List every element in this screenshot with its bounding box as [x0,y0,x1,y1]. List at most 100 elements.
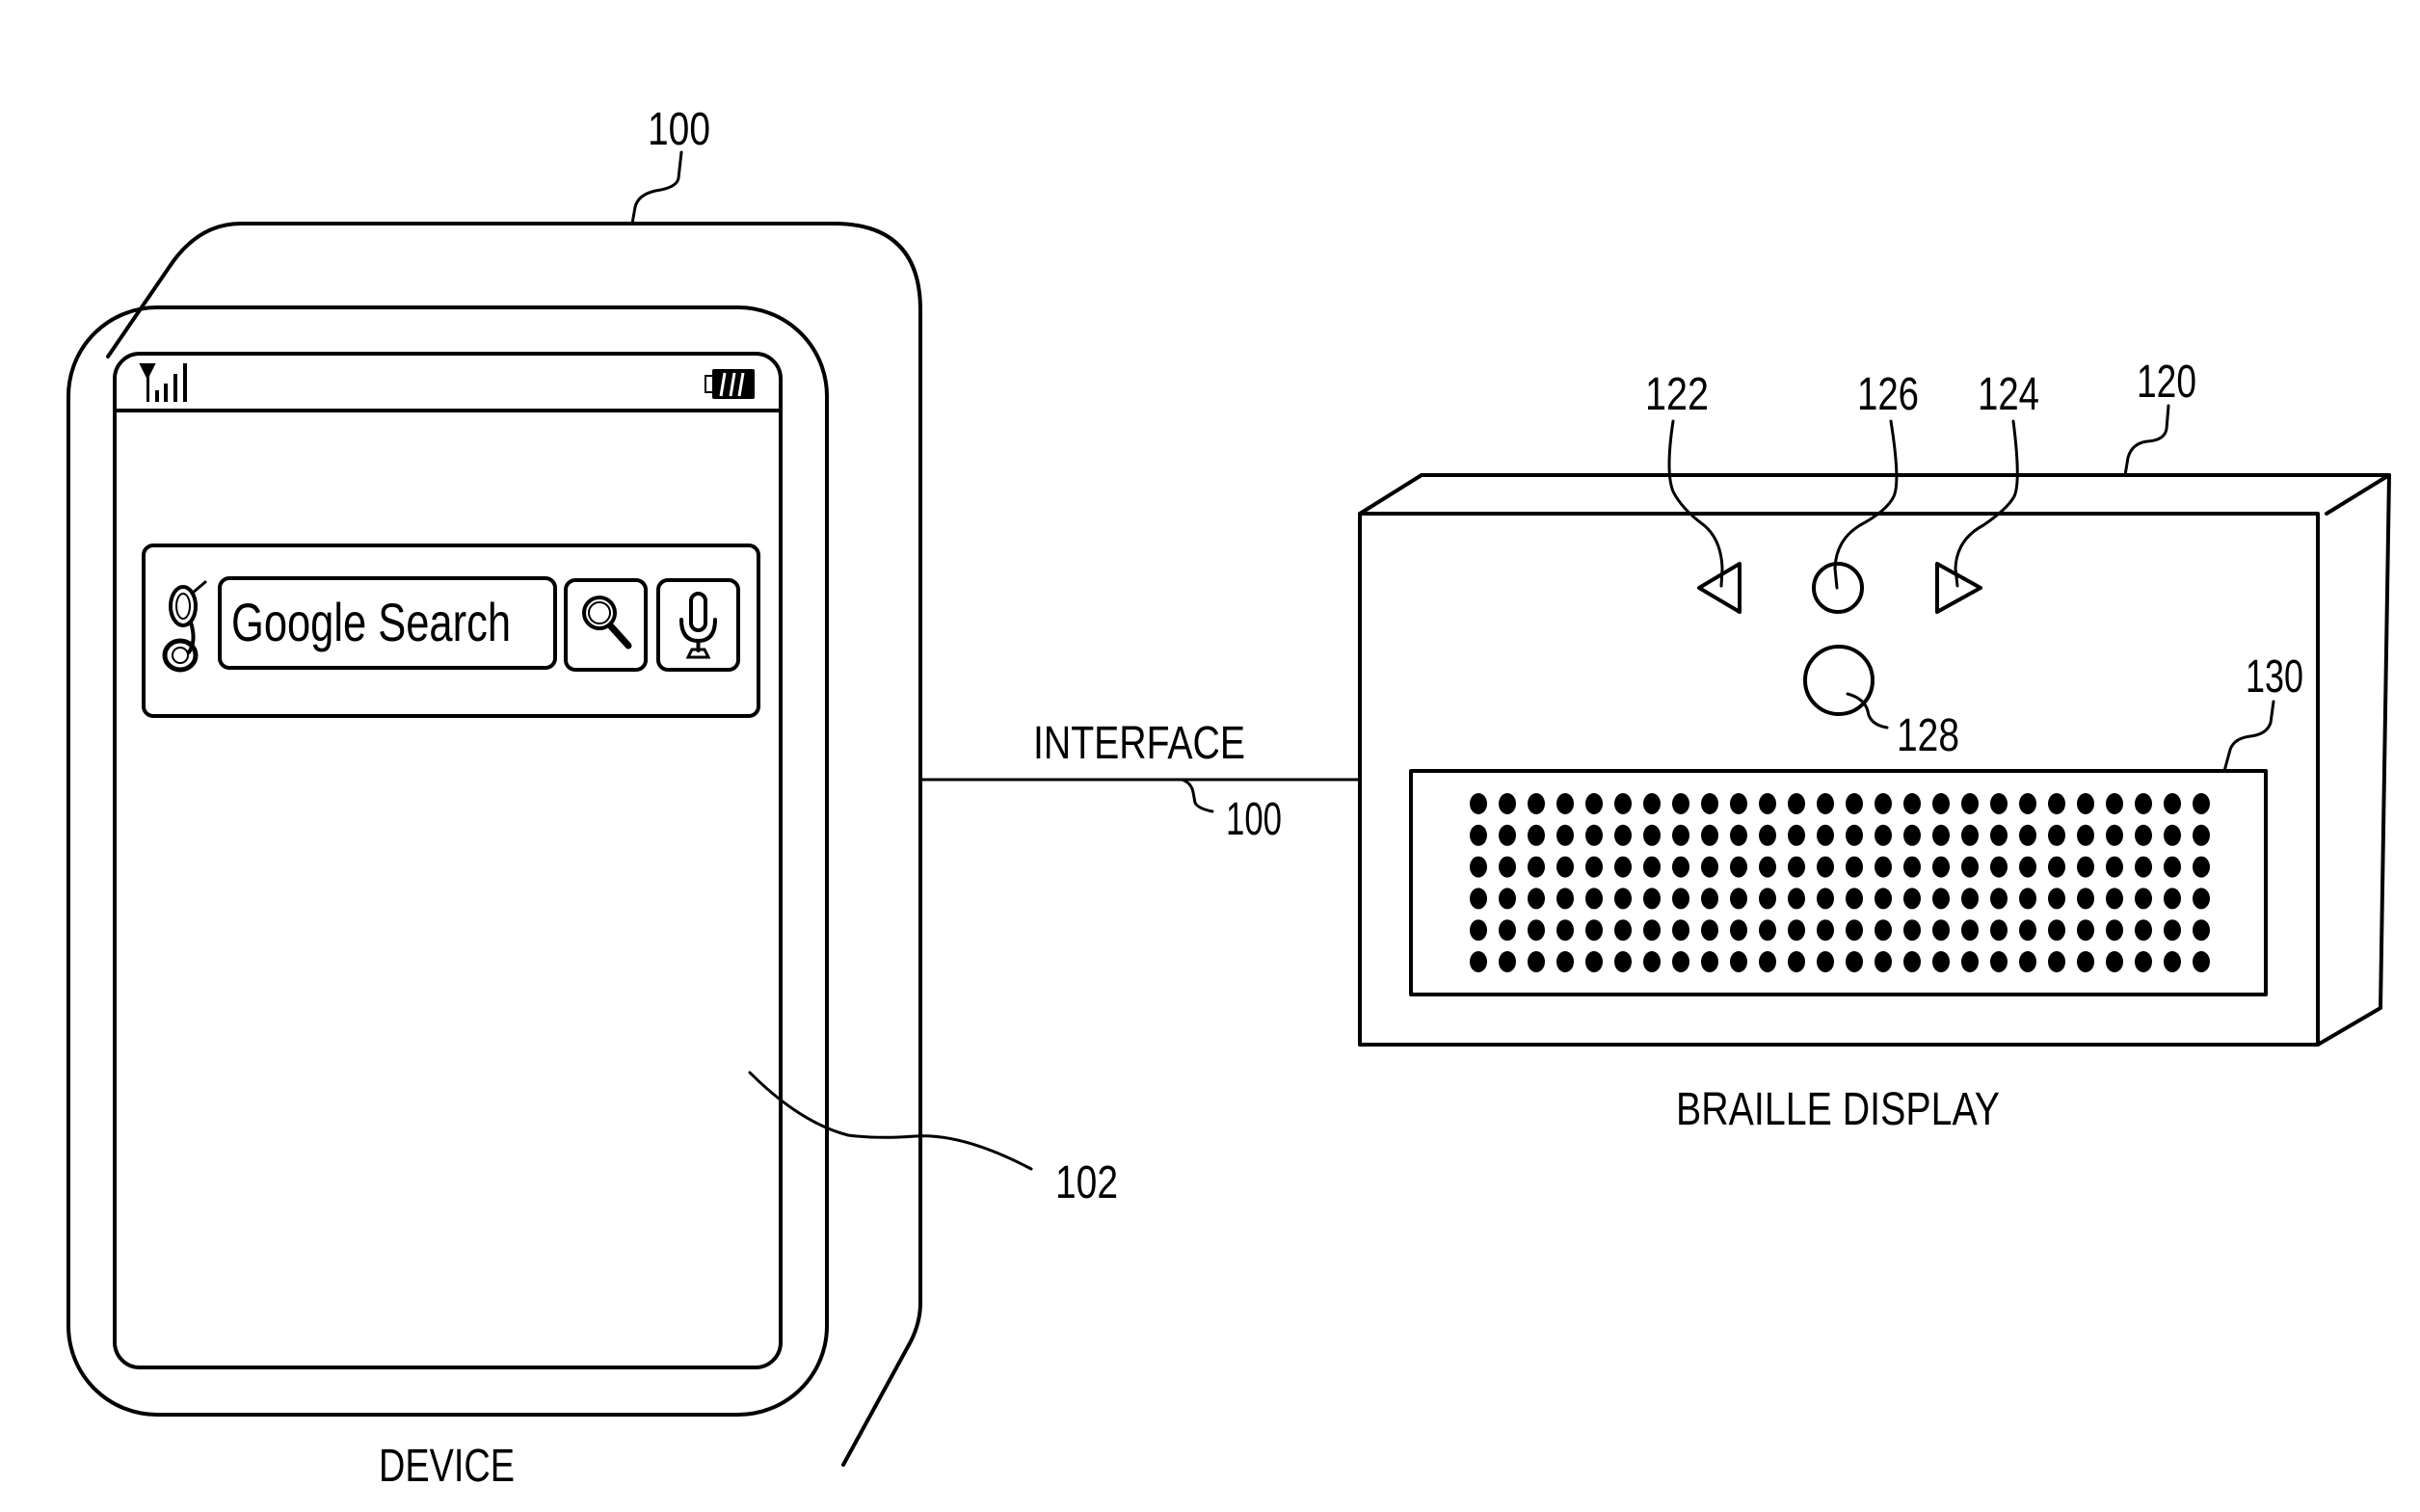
braille-dot [1903,888,1921,910]
braille-dot [1730,951,1747,972]
braille-dot [2106,793,2123,814]
leader-120 [2123,404,2170,477]
braille-dot [1875,824,1892,846]
braille-dot [1730,919,1747,942]
braille-dot [1499,824,1516,846]
braille-dot [1614,951,1632,972]
braille-dot [1701,824,1718,846]
braille-display-caption: BRAILLE DISPLAY [1676,1084,2000,1135]
braille-dot [1556,919,1574,942]
magnifier-icon [582,596,632,650]
braille-dot [2077,888,2094,910]
voice-search-button[interactable] [656,578,740,672]
braille-dot [1730,793,1747,814]
braille-dot [2164,888,2181,910]
braille-dot [1556,856,1574,878]
braille-dot [1961,919,1979,942]
braille-dot [1990,951,2008,972]
braille-dot [1961,888,1979,910]
braille-dot [1788,888,1805,910]
braille-dot [1990,793,2008,814]
braille-dot [1499,951,1516,972]
braille-dot [1643,951,1661,972]
braille-dot [1730,888,1747,910]
braille-dot [1817,888,1834,910]
leader-interface-100 [1180,778,1214,813]
braille-dot [2164,951,2181,972]
braille-dot [1846,919,1863,942]
braille-dot [1701,793,1718,814]
right-scroll-button[interactable] [1935,562,1982,614]
braille-dot [1961,793,1979,814]
braille-dot [2106,951,2123,972]
braille-dot [1470,793,1487,814]
braille-dot [1672,793,1689,814]
battery-icon [705,369,755,399]
braille-dot [1701,856,1718,878]
braille-dot [1470,919,1487,942]
signal-strength-icon [139,363,187,402]
ref-device-100: 100 [648,104,710,155]
interface-connection: INTERFACE 100 [918,718,1362,845]
braille-dot [1701,951,1718,972]
braille-dot [1528,793,1545,814]
braille-dot [2135,856,2152,878]
interface-label: INTERFACE [1033,718,1245,769]
braille-dot [1875,888,1892,910]
braille-dot [2164,856,2181,878]
braille-dot [1759,793,1776,814]
braille-dot [2193,793,2210,814]
braille-dot [1614,919,1632,942]
search-input-text: Google Search [231,592,511,652]
braille-dot [1932,793,1950,814]
braille-dot [1528,888,1545,910]
braille-dot [2135,824,2152,846]
braille-dot [1643,919,1661,942]
braille-dot [1556,793,1574,814]
braille-dot [1643,856,1661,878]
braille-dot [1701,919,1718,942]
braille-dot [2077,824,2094,846]
search-button[interactable] [564,578,648,672]
device: Google Search 100 102 DEVICE [66,104,1118,1492]
braille-dot [2019,793,2036,814]
braille-dot [2106,824,2123,846]
braille-dot [2164,793,2181,814]
braille-dot [1672,888,1689,910]
braille-dot [1903,919,1921,942]
braille-dot-grid [1470,793,2210,972]
braille-dot [2106,888,2123,910]
round-button[interactable] [1803,645,1875,716]
braille-dot [2077,919,2094,942]
leader-122 [1667,419,1724,588]
braille-dot [1643,824,1661,846]
braille-dot [1556,888,1574,910]
braille-dot [1470,888,1487,910]
braille-dot [2106,856,2123,878]
braille-dot [1556,951,1574,972]
braille-dot [1672,856,1689,878]
braille-dot [1932,856,1950,878]
braille-dot [1528,919,1545,942]
braille-dot [1672,951,1689,972]
braille-dot [1903,824,1921,846]
braille-dot [2135,793,2152,814]
braille-dot [1875,951,1892,972]
ref-interface-100: 100 [1226,794,1282,845]
device-front-shell [66,305,829,1417]
search-input[interactable]: Google Search [218,576,557,670]
braille-dot [1643,888,1661,910]
left-scroll-button[interactable] [1697,562,1742,614]
braille-dot [2193,824,2210,846]
braille-dot [1846,793,1863,814]
braille-dot [1585,824,1603,846]
braille-dot [1961,856,1979,878]
braille-dot [1499,793,1516,814]
google-search-widget[interactable]: Google Search [142,544,760,718]
braille-dot [1528,824,1545,846]
leader-device-100 [630,150,683,225]
google-g-logo-icon[interactable] [162,580,207,673]
braille-dot [1961,824,1979,846]
braille-dot [2193,856,2210,878]
braille-dot [1759,856,1776,878]
